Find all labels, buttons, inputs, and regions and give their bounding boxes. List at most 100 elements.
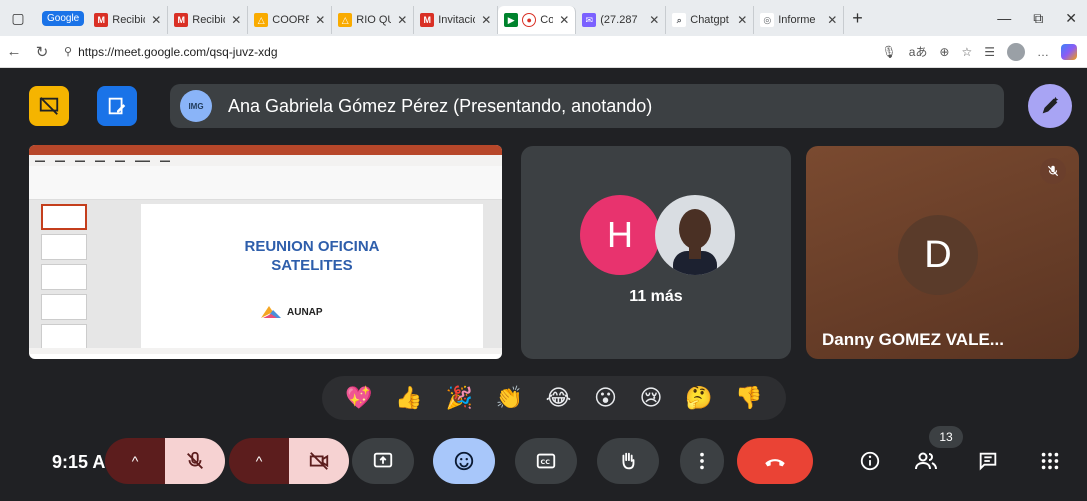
google-tab-group[interactable]: Google bbox=[42, 10, 85, 26]
reaction-surprised[interactable]: 😮 bbox=[594, 387, 617, 409]
more-options-button[interactable] bbox=[680, 438, 724, 484]
raise-hand-button-bg[interactable] bbox=[597, 438, 659, 484]
reactions-button-bg[interactable] bbox=[433, 438, 495, 484]
reaction-sad[interactable]: 😢 bbox=[640, 387, 663, 409]
tab-6-active[interactable]: ▶ ● Cor ✕ bbox=[498, 6, 577, 34]
close-icon[interactable]: ✕ bbox=[481, 13, 491, 27]
tab-8[interactable]: ⌕ Chatgpt ✕ bbox=[666, 6, 755, 34]
close-icon[interactable]: ✕ bbox=[397, 13, 407, 27]
window-controls: — ⧉ ✕ bbox=[997, 10, 1087, 27]
camera-options-chevron-up-icon[interactable]: ^ bbox=[229, 438, 289, 484]
more-participants-tile[interactable] bbox=[521, 146, 791, 359]
camera-toggle-button[interactable] bbox=[289, 438, 349, 484]
drive-icon: △ bbox=[254, 13, 269, 27]
reaction-thumbs-down[interactable]: 👎 bbox=[735, 387, 762, 409]
slide-title-line-1: REUNION OFICINA bbox=[244, 238, 380, 255]
slide-thumbnail bbox=[41, 294, 87, 320]
reactions-button[interactable] bbox=[433, 438, 495, 484]
window-menu-icon[interactable]: ▢ bbox=[0, 0, 36, 36]
end-call-button[interactable] bbox=[737, 438, 813, 484]
reaction-laugh[interactable]: 😂 bbox=[546, 387, 572, 409]
present-screen-icon bbox=[373, 452, 393, 468]
close-icon[interactable]: ✕ bbox=[649, 13, 659, 27]
reaction-party[interactable]: 🎉 bbox=[445, 387, 472, 409]
tab-9[interactable]: ◎ Informe ✕ bbox=[754, 6, 845, 34]
menu-item: ▬▬ bbox=[95, 157, 105, 164]
tab-3[interactable]: △ COORPI ✕ bbox=[248, 6, 333, 34]
close-icon[interactable]: ✕ bbox=[315, 13, 325, 27]
chat-button[interactable] bbox=[968, 438, 1008, 484]
microphone-control: ^ bbox=[105, 438, 225, 484]
profile-avatar[interactable] bbox=[1007, 42, 1025, 61]
restore-icon[interactable]: ⧉ bbox=[1033, 10, 1043, 27]
read-aloud-icon[interactable]: aあ bbox=[909, 43, 928, 60]
apps-grid-icon[interactable] bbox=[1030, 441, 1070, 481]
close-icon[interactable]: ✕ bbox=[559, 13, 569, 27]
people-icon[interactable] bbox=[906, 441, 946, 481]
tab-7[interactable]: ✉ (27.287 ✕ bbox=[576, 6, 667, 34]
more-options-icon[interactable]: … bbox=[1037, 45, 1049, 59]
meeting-clock: 9:15 A bbox=[52, 452, 106, 472]
reaction-thumbs-up[interactable]: 👍 bbox=[395, 387, 422, 409]
pen-icon bbox=[1042, 96, 1059, 114]
favorite-star-icon[interactable]: ☆ bbox=[961, 45, 972, 59]
hide-presentation-icon bbox=[39, 97, 59, 115]
slide-title-line-2: SATELITES bbox=[271, 257, 353, 274]
more-options-button-bg[interactable] bbox=[680, 438, 724, 484]
hide-presentation-button[interactable] bbox=[29, 86, 69, 126]
slide-thumbnail bbox=[41, 324, 87, 350]
chat-icon[interactable] bbox=[968, 441, 1008, 481]
address-bar: ← ↻ ⚲ https://meet.google.com/qsq-juvz-x… bbox=[0, 36, 1087, 68]
raise-hand-button[interactable] bbox=[597, 438, 659, 484]
hang-up-icon bbox=[765, 459, 785, 467]
tab-1[interactable]: M Recibido ✕ bbox=[88, 6, 169, 34]
tab-label: Informe bbox=[778, 14, 816, 26]
drive-icon: △ bbox=[338, 13, 353, 27]
meeting-info-button[interactable] bbox=[850, 438, 890, 484]
powerpoint-statusbar bbox=[29, 348, 502, 354]
present-button-bg[interactable] bbox=[352, 438, 414, 484]
new-tab-icon[interactable]: + bbox=[844, 8, 871, 29]
menu-item: ▬▬ bbox=[55, 157, 65, 164]
present-button[interactable] bbox=[352, 438, 414, 484]
end-call-button-bg[interactable] bbox=[737, 438, 813, 484]
tab-2[interactable]: M Recibido ✕ bbox=[168, 6, 249, 34]
activities-button[interactable] bbox=[1030, 438, 1070, 484]
aunap-logo-text: AUNAP bbox=[287, 306, 323, 318]
slide-thumbnail bbox=[41, 264, 87, 290]
mic-off-icon bbox=[1040, 158, 1066, 184]
menu-item: ▬▬ bbox=[35, 157, 45, 164]
reaction-heart[interactable]: 💖 bbox=[345, 387, 372, 409]
close-icon[interactable]: ✕ bbox=[151, 13, 161, 27]
mic-toggle-button[interactable] bbox=[165, 438, 225, 484]
close-icon[interactable]: ✕ bbox=[827, 13, 837, 27]
people-button[interactable] bbox=[906, 438, 946, 484]
captions-button-bg[interactable]: CC bbox=[515, 438, 577, 484]
more-participants-label: 11 más bbox=[629, 288, 683, 305]
annotation-pen-button[interactable] bbox=[1028, 84, 1072, 128]
info-icon[interactable] bbox=[850, 441, 890, 481]
reaction-thinking[interactable]: 🤔 bbox=[685, 387, 712, 409]
presenter-bar: IMG Ana Gabriela Gómez Pérez (Presentand… bbox=[170, 84, 1004, 128]
close-icon[interactable]: ✕ bbox=[231, 13, 241, 27]
reaction-clap[interactable]: 👏 bbox=[496, 387, 523, 409]
reload-icon[interactable]: ↻ bbox=[28, 43, 56, 61]
tab-4[interactable]: △ RIO QUI ✕ bbox=[332, 6, 415, 34]
close-icon[interactable]: ✕ bbox=[737, 13, 747, 27]
site-info-icon[interactable]: ⚲ bbox=[64, 45, 72, 58]
zoom-icon[interactable]: ⊕ bbox=[939, 45, 949, 59]
back-icon[interactable]: ← bbox=[0, 43, 28, 60]
tab-5[interactable]: M Invitació ✕ bbox=[414, 6, 499, 34]
microphone-icon[interactable]: 🎙 bbox=[881, 45, 896, 59]
close-window-icon[interactable]: ✕ bbox=[1065, 10, 1077, 27]
url-field[interactable]: ⚲ https://meet.google.com/qsq-juvz-xdg bbox=[64, 45, 881, 59]
captions-button[interactable]: CC bbox=[515, 438, 577, 484]
mic-options-chevron-up-icon[interactable]: ^ bbox=[105, 438, 165, 484]
copilot-icon[interactable] bbox=[1061, 43, 1077, 60]
participant-avatar-d: D bbox=[898, 215, 978, 295]
presentation-tile[interactable]: ▬▬ ▬▬ ▬▬ ▬▬ ▬▬ ▬▬▬ ▬▬ REUNION OFICINA SATELITE… bbox=[29, 145, 502, 359]
annotate-button[interactable] bbox=[97, 86, 137, 126]
minimize-icon[interactable]: — bbox=[997, 10, 1011, 27]
favorites-list-icon[interactable]: ☰ bbox=[984, 45, 995, 59]
tab-label: Cor bbox=[540, 14, 553, 26]
